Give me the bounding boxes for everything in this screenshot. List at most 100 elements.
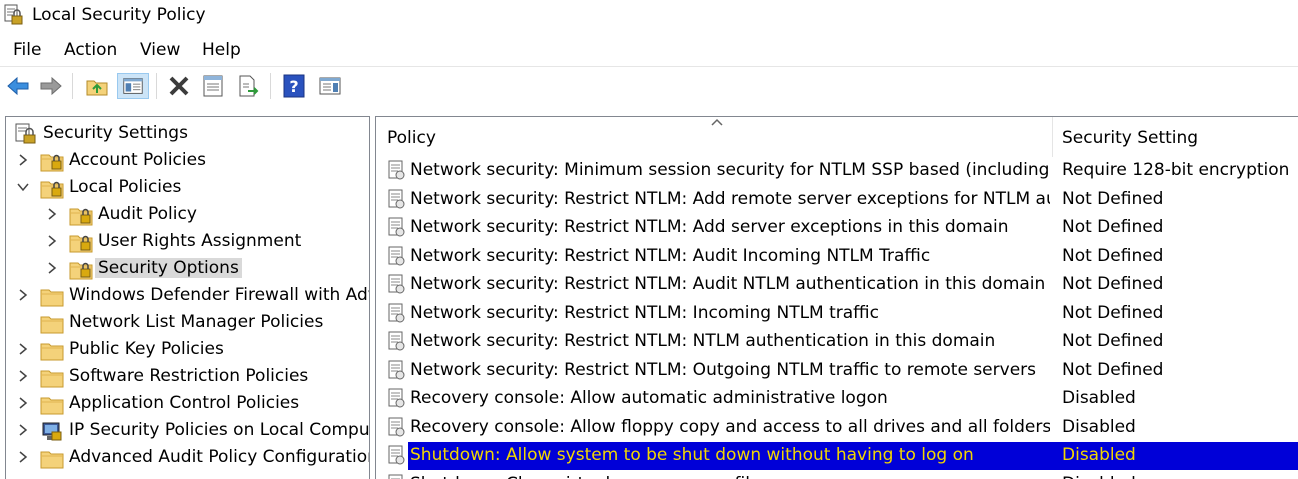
chevron-right-icon[interactable] <box>16 450 30 464</box>
locked-folder-icon <box>69 262 93 280</box>
tree-label: Local Policies <box>69 177 182 197</box>
menu-file[interactable]: File <box>13 40 41 60</box>
tree-item-user-rights-assignment[interactable]: User Rights Assignment <box>6 229 366 256</box>
tree-item-security-options[interactable]: Security Options <box>6 256 366 283</box>
console-tree[interactable]: Security Settings Account Policies Local … <box>5 116 370 479</box>
chevron-right-icon[interactable] <box>45 234 59 248</box>
table-row[interactable]: Network security: Restrict NTLM: Outgoin… <box>376 357 1298 385</box>
tree-item-ip-security-policies[interactable]: IP Security Policies on Local Computer <box>6 418 369 445</box>
toolbar: ? <box>0 66 1298 105</box>
tree-label: Audit Policy <box>98 204 197 224</box>
policy-name: Network security: Minimum session securi… <box>410 160 1050 180</box>
security-setting-value: Not Defined <box>1062 274 1164 294</box>
delete-icon[interactable] <box>166 73 192 99</box>
tree-label: IP Security Policies on Local Computer <box>69 420 370 440</box>
policy-name: Network security: Restrict NTLM: NTLM au… <box>410 331 996 351</box>
tree-label: Account Policies <box>69 150 206 170</box>
table-row[interactable]: Network security: Restrict NTLM: Add ser… <box>376 214 1298 242</box>
tree-item-account-policies[interactable]: Account Policies <box>6 148 366 175</box>
column-header-policy[interactable]: Policy <box>376 117 1052 157</box>
tree-label: Public Key Policies <box>69 339 224 359</box>
table-row[interactable]: Network security: Restrict NTLM: Audit I… <box>376 243 1298 271</box>
table-row[interactable]: Shutdown: Clear virtual memory pagefile D… <box>376 471 1298 479</box>
table-row[interactable]: Shutdown: Allow system to be shut down w… <box>376 442 1298 470</box>
policy-name: Shutdown: Allow system to be shut down w… <box>410 445 974 465</box>
toolbar-separator <box>72 73 73 99</box>
chevron-right-icon[interactable] <box>16 288 30 302</box>
tree-item-network-list-manager-policies[interactable]: Network List Manager Policies <box>6 310 366 337</box>
policy-item-icon <box>388 274 405 294</box>
policy-name: Network security: Restrict NTLM: Add rem… <box>410 188 1050 209</box>
locked-folder-icon <box>69 235 93 253</box>
up-folder-icon[interactable] <box>84 73 110 99</box>
chevron-down-icon[interactable] <box>16 180 30 194</box>
table-row[interactable]: Network security: Restrict NTLM: Audit N… <box>376 271 1298 299</box>
security-setting-value: Disabled <box>1062 474 1136 479</box>
properties-icon[interactable] <box>200 73 226 99</box>
menu-view[interactable]: View <box>140 40 180 60</box>
tree-label: Software Restriction Policies <box>69 366 309 386</box>
show-hide-tree-icon[interactable] <box>117 73 149 99</box>
tree-item-software-restriction-policies[interactable]: Software Restriction Policies <box>6 364 366 391</box>
chevron-right-icon[interactable] <box>16 423 30 437</box>
toolbar-separator <box>156 73 157 99</box>
tree-item-security-settings[interactable]: Security Settings <box>6 121 366 148</box>
tree-item-public-key-policies[interactable]: Public Key Policies <box>6 337 366 364</box>
export-list-icon[interactable] <box>235 73 261 99</box>
folder-icon <box>40 451 64 469</box>
policy-item-icon <box>388 331 405 351</box>
chevron-right-icon[interactable] <box>16 369 30 383</box>
tree-item-local-policies[interactable]: Local Policies <box>6 175 366 202</box>
security-setting-value: Not Defined <box>1062 245 1164 266</box>
folder-icon <box>40 316 64 334</box>
tree-item-audit-policy[interactable]: Audit Policy <box>6 202 366 229</box>
security-setting-value: Not Defined <box>1062 217 1164 237</box>
locked-folder-icon <box>40 181 64 199</box>
tree-item-windows-defender-firewall[interactable]: Windows Defender Firewall with Advanced … <box>6 283 369 310</box>
policy-name: Network security: Restrict NTLM: Audit I… <box>410 245 931 266</box>
policy-item-icon <box>388 474 403 479</box>
table-row[interactable]: Network security: Restrict NTLM: NTLM au… <box>376 328 1298 356</box>
tree-label: Security Settings <box>43 123 188 143</box>
tree-item-application-control-policies[interactable]: Application Control Policies <box>6 391 366 418</box>
menu-action[interactable]: Action <box>64 40 117 60</box>
menu-bar: File Action View Help <box>0 36 1298 64</box>
column-header-security-setting[interactable]: Security Setting <box>1053 117 1298 157</box>
table-row[interactable]: Network security: Restrict NTLM: Add rem… <box>376 186 1298 214</box>
tree-item-advanced-audit-policy-configuration[interactable]: Advanced Audit Policy Configuration <box>6 445 369 472</box>
security-policy-icon <box>4 4 23 25</box>
chevron-right-icon[interactable] <box>45 261 59 275</box>
folder-icon <box>40 370 64 388</box>
chevron-right-icon[interactable] <box>45 207 59 221</box>
policy-name: Network security: Restrict NTLM: Incomin… <box>410 302 879 323</box>
chevron-right-icon[interactable] <box>16 153 30 167</box>
folder-icon <box>40 397 64 415</box>
toolbar-separator <box>270 73 271 99</box>
policy-name: Network security: Restrict NTLM: Audit N… <box>410 274 1046 294</box>
menu-help[interactable]: Help <box>202 40 241 60</box>
policy-list[interactable]: Policy Security Setting Network security… <box>375 116 1298 479</box>
tree-label: Network List Manager Policies <box>69 312 324 332</box>
forward-arrow-icon[interactable] <box>38 73 64 99</box>
help-icon[interactable]: ? <box>281 73 307 99</box>
table-row[interactable]: Recovery console: Allow floppy copy and … <box>376 414 1298 442</box>
table-row[interactable]: Recovery console: Allow automatic admini… <box>376 385 1298 413</box>
locked-folder-icon <box>40 154 64 172</box>
policy-item-icon <box>388 360 405 379</box>
window-title: Local Security Policy <box>32 5 206 25</box>
security-setting-value: Not Defined <box>1062 188 1164 209</box>
show-hide-action-pane-icon[interactable] <box>317 73 343 99</box>
table-row[interactable]: Network security: Restrict NTLM: Incomin… <box>376 300 1298 328</box>
tree-label: Advanced Audit Policy Configuration <box>69 447 370 467</box>
back-arrow-icon[interactable] <box>5 73 31 99</box>
security-setting-value: Require 128-bit encryption <box>1062 160 1290 180</box>
tree-label: Application Control Policies <box>69 393 300 413</box>
policy-item-icon <box>388 303 405 322</box>
policy-item-icon <box>388 246 405 265</box>
policy-item-icon <box>388 417 405 436</box>
table-row[interactable]: Network security: Minimum session securi… <box>376 157 1298 185</box>
policy-name: Shutdown: Clear virtual memory pagefile <box>410 474 1050 479</box>
chevron-right-icon[interactable] <box>16 342 30 356</box>
chevron-right-icon[interactable] <box>16 396 30 410</box>
folder-icon <box>40 343 64 361</box>
